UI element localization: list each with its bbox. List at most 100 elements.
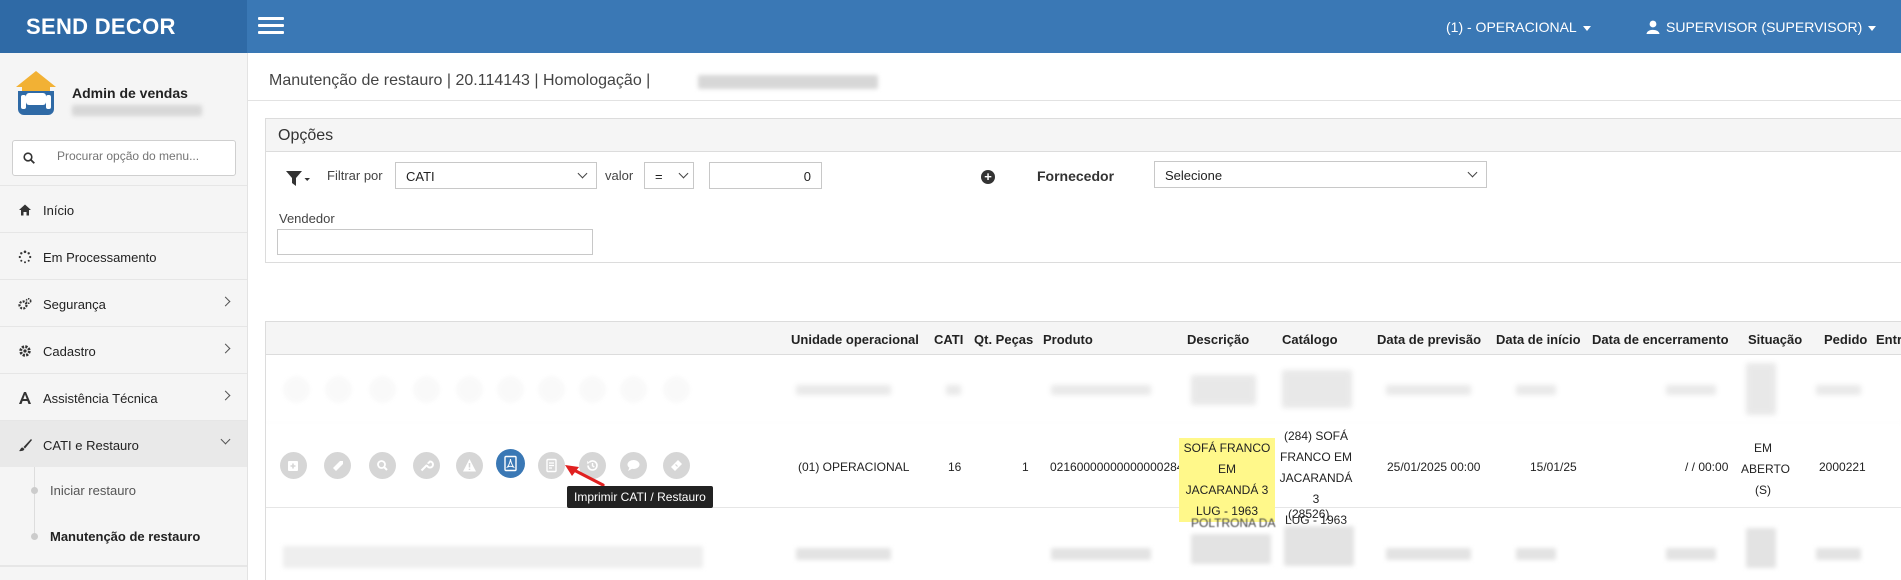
chevron-right-icon bbox=[220, 390, 231, 401]
action-icon[interactable] bbox=[620, 376, 647, 403]
gear-icon bbox=[19, 345, 31, 357]
filter-field-value: CATI bbox=[406, 169, 435, 184]
cell-situacao: EM ABERTO (S) bbox=[1741, 438, 1790, 501]
redacted-cell bbox=[283, 546, 703, 568]
action-icon[interactable] bbox=[369, 376, 396, 403]
vendedor-label: Vendedor bbox=[279, 211, 335, 226]
table-row[interactable]: (01) OPERACIONAL 16 1 021600000000000002… bbox=[266, 423, 1901, 527]
catalogo-line: (284) SOFÁ bbox=[1283, 429, 1349, 443]
sidebar-item-em-processamento[interactable]: Em Processamento bbox=[0, 232, 247, 279]
sidebar: Admin de vendas Início Em Processamento … bbox=[0, 53, 248, 580]
redacted-cell bbox=[1816, 548, 1861, 560]
vendedor-input[interactable] bbox=[277, 229, 593, 255]
action-icon[interactable] bbox=[579, 376, 606, 403]
table-row[interactable] bbox=[266, 355, 1901, 423]
col-encerramento[interactable]: Data de encerramento bbox=[1592, 332, 1729, 347]
action-icon[interactable] bbox=[497, 376, 524, 403]
comment-icon[interactable] bbox=[620, 452, 647, 479]
breadcrumb-bar: Manutenção de restauro | 20.114143 | Hom… bbox=[248, 53, 1901, 101]
sidebar-item-seguranca[interactable]: Segurança bbox=[0, 279, 247, 326]
col-inicio[interactable]: Data de início bbox=[1496, 332, 1581, 347]
sidebar-item-cati-e-restauro[interactable]: CATI e Restauro bbox=[0, 420, 247, 467]
valor-label: valor bbox=[605, 168, 634, 183]
col-descricao[interactable]: Descrição bbox=[1187, 332, 1249, 347]
menu-search[interactable] bbox=[12, 140, 236, 176]
fornecedor-label: Fornecedor bbox=[1037, 168, 1115, 184]
profile: Admin de vendas bbox=[12, 67, 202, 120]
unit-selector[interactable]: (1) - OPERACIONAL bbox=[1446, 19, 1591, 35]
action-icon[interactable] bbox=[413, 376, 440, 403]
redacted-cell bbox=[1191, 375, 1256, 405]
sidebar-subitem-label: Iniciar restauro bbox=[50, 483, 136, 498]
value-input[interactable]: 0 bbox=[709, 162, 822, 189]
catalogo-line: JACARANDÁ 3 bbox=[1279, 471, 1353, 506]
chevron-right-icon bbox=[220, 343, 231, 354]
sidebar-subitem-manutencao-de-restauro[interactable]: Manutenção de restauro bbox=[0, 513, 247, 559]
wrench-icon[interactable] bbox=[413, 452, 440, 479]
filter-label: Filtrar por bbox=[327, 168, 383, 183]
col-entrega[interactable]: Entr bbox=[1876, 332, 1901, 347]
restauro-table: Unidade operacional CATI Qt. Peças Produ… bbox=[265, 321, 1901, 580]
action-icon[interactable] bbox=[456, 376, 483, 403]
col-pedido[interactable]: Pedido bbox=[1824, 332, 1867, 347]
redacted-cell bbox=[1051, 385, 1151, 395]
warning-icon[interactable] bbox=[456, 452, 483, 479]
situacao-line: EM bbox=[1754, 441, 1772, 455]
redacted-cell bbox=[1746, 363, 1776, 415]
sidebar-item-inicio[interactable]: Início bbox=[0, 185, 247, 232]
sidebar-subitem-iniciar-restauro[interactable]: Iniciar restauro bbox=[0, 467, 247, 513]
print-pdf-icon[interactable] bbox=[496, 449, 525, 478]
sidebar-item-cadastro[interactable]: Cadastro bbox=[0, 326, 247, 373]
cell-produto: 02160000000000000284 bbox=[1050, 460, 1184, 474]
cell-encerramento: / / 00:00 bbox=[1685, 460, 1729, 474]
font-icon bbox=[19, 392, 31, 404]
cell-inicio: 15/01/25 bbox=[1530, 460, 1577, 474]
user-menu[interactable]: SUPERVISOR (SUPERVISOR) bbox=[1646, 19, 1877, 35]
operator-select[interactable]: = bbox=[644, 162, 694, 189]
menu-search-input[interactable] bbox=[57, 149, 227, 163]
col-produto[interactable]: Produto bbox=[1043, 332, 1093, 347]
action-icon[interactable] bbox=[283, 376, 310, 403]
sidebar-subitem-label: Manutenção de restauro bbox=[50, 529, 201, 544]
cell-descricao: POLTRONA DA bbox=[1191, 516, 1276, 530]
hamburger-menu-icon[interactable] bbox=[258, 17, 284, 35]
descricao-line: EM JACARANDÁ 3 bbox=[1185, 462, 1269, 497]
profile-name: Admin de vendas bbox=[72, 85, 188, 101]
spinner-icon bbox=[18, 250, 32, 264]
filter-field-select[interactable]: CATI bbox=[395, 162, 597, 189]
cell-unidade: (01) OPERACIONAL bbox=[798, 460, 910, 474]
home-icon bbox=[19, 204, 31, 216]
col-previsao[interactable]: Data de previsão bbox=[1377, 332, 1481, 347]
add-icon[interactable] bbox=[280, 452, 307, 479]
col-unidade[interactable]: Unidade operacional bbox=[791, 332, 919, 347]
sidebar-item-label: Em Processamento bbox=[43, 250, 157, 265]
table-row[interactable]: POLTRONA DA (28526) bbox=[266, 507, 1901, 580]
action-icon[interactable] bbox=[325, 376, 352, 403]
col-catalogo[interactable]: Catálogo bbox=[1282, 332, 1338, 347]
col-cati[interactable]: CATI bbox=[934, 332, 963, 347]
ticket-icon[interactable] bbox=[663, 452, 690, 479]
chevron-down-icon bbox=[678, 168, 689, 179]
brand-logo[interactable]: SEND DECOR bbox=[0, 0, 247, 53]
tag-icon[interactable] bbox=[324, 452, 351, 479]
document-icon[interactable] bbox=[538, 452, 565, 479]
add-filter-icon[interactable]: + bbox=[981, 170, 995, 184]
filter-icon[interactable] bbox=[285, 170, 311, 188]
action-icon[interactable] bbox=[538, 376, 565, 403]
cell-cati: 16 bbox=[948, 460, 962, 474]
top-bar: SEND DECOR (1) - OPERACIONAL SUPERVISOR … bbox=[0, 0, 1901, 53]
search-icon[interactable] bbox=[369, 452, 396, 479]
sidebar-item-label: CATI e Restauro bbox=[43, 438, 139, 453]
chevron-down-icon bbox=[577, 168, 588, 179]
col-situacao[interactable]: Situação bbox=[1748, 332, 1802, 347]
tooltip-print-cati: Imprimir CATI / Restauro bbox=[567, 486, 713, 508]
fornecedor-select[interactable]: Selecione bbox=[1154, 161, 1487, 188]
sidebar-item-assistencia-tecnica[interactable]: Assistência Técnica bbox=[0, 373, 247, 420]
cell-previsao: 25/01/2025 00:00 bbox=[1387, 460, 1481, 474]
chevron-down-icon bbox=[220, 434, 231, 445]
col-qt-pecas[interactable]: Qt. Peças bbox=[974, 332, 1033, 347]
redacted-cell bbox=[1666, 385, 1716, 395]
situacao-line: (S) bbox=[1755, 483, 1771, 497]
options-title: Opções bbox=[266, 119, 1901, 152]
action-icon[interactable] bbox=[663, 376, 690, 403]
